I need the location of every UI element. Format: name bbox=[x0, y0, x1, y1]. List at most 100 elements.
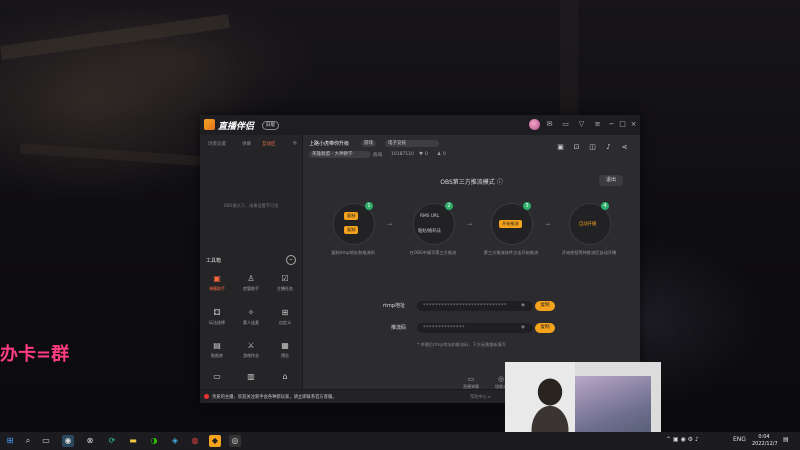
room-label: 房间 bbox=[373, 153, 382, 158]
step-2: 2 RMS URL 粘贴/推码法 bbox=[413, 202, 455, 245]
mail-icon[interactable]: ✉ bbox=[545, 120, 554, 129]
screen-icon: ▭ bbox=[467, 375, 475, 383]
title-bar: 直播伴侣 旧版 ✉ ▭ ▽ ≡ − □ × bbox=[200, 115, 640, 135]
toolbox-collapse-icon[interactable]: − bbox=[286, 255, 296, 265]
live-companion-window: 直播伴侣 旧版 ✉ ▭ ▽ ≡ − □ × 场景设置 弹幕 互动区 + OBS模… bbox=[200, 115, 640, 403]
chat-icon: ▣ bbox=[213, 274, 221, 283]
windows-start-icon[interactable]: ⊞ bbox=[4, 435, 16, 447]
tshirt-icon[interactable]: ◫ bbox=[588, 143, 597, 152]
help-center-link[interactable]: 帮助中心 ▸ bbox=[470, 394, 491, 400]
image-icon: ▤ bbox=[213, 341, 221, 350]
step-3: 3 开始推流 bbox=[491, 202, 533, 245]
user-avatar[interactable] bbox=[529, 119, 540, 130]
tool-streamer-task[interactable]: ☑ 主播任务 bbox=[270, 273, 300, 301]
tab-scene-settings[interactable]: 场景设置 bbox=[208, 141, 226, 147]
tool-row-partial-3[interactable]: ⌂ bbox=[270, 371, 300, 387]
obs-icon[interactable]: ◎ bbox=[229, 435, 241, 447]
swords-icon: ⚔ bbox=[247, 341, 255, 350]
notification-icon[interactable]: ▤ bbox=[783, 436, 789, 443]
notice-icon bbox=[204, 394, 209, 399]
obs-mode-title: OBS第三方推流模式 ⓘ bbox=[440, 179, 503, 186]
version-badge[interactable]: 旧版 bbox=[262, 121, 279, 130]
task-view-icon[interactable]: ▭ bbox=[40, 435, 52, 447]
tool-gameplay[interactable]: ⚃ 玩法选择 bbox=[202, 307, 232, 335]
lock-icon[interactable]: ⊡ bbox=[572, 143, 581, 152]
user-icon: ♙ bbox=[247, 274, 255, 283]
clock[interactable]: 0:04 2022/12/7 bbox=[752, 434, 778, 448]
filter-icon[interactable]: ▽ bbox=[577, 120, 586, 129]
stream-key-field[interactable]: ************** ◉ bbox=[417, 323, 533, 333]
fans-icon: ♥ bbox=[419, 152, 424, 157]
minimize-icon[interactable]: − bbox=[607, 120, 616, 129]
rtmp-label: rtmp地址 bbox=[383, 303, 406, 309]
clipboard-icon: ☑ bbox=[281, 274, 289, 283]
sidebar-empty-text: OBS模式下，场景设置不可用 bbox=[223, 203, 279, 208]
step-1: 1 复制 复制 bbox=[333, 202, 375, 245]
step-4: 4 自动开播 bbox=[569, 202, 611, 245]
tool-row-partial-2[interactable]: ▥ bbox=[236, 371, 266, 387]
main-panel: 上路小虎带你升级 游戏 电子竞技 英雄联盟 - 大神教学 房间 10187110… bbox=[303, 135, 640, 389]
app-icon[interactable]: ⟳ bbox=[106, 435, 118, 447]
tool-row-partial-1[interactable]: ▭ bbox=[202, 371, 232, 387]
tool-room-admin[interactable]: ♙ 房管助手 bbox=[236, 273, 266, 301]
copy-key-button[interactable]: 复制 bbox=[535, 323, 555, 333]
start-stream-button[interactable]: 开始推流 bbox=[499, 220, 522, 228]
game-tag[interactable]: 英雄联盟 - 大神教学 bbox=[309, 151, 371, 158]
arrow-icon: → bbox=[467, 221, 473, 228]
tool-game-task[interactable]: ⚔ 游戏作业 bbox=[236, 340, 266, 368]
message-icon[interactable]: ▭ bbox=[561, 120, 570, 129]
toolbox-title: 工具箱 bbox=[206, 258, 222, 264]
bell-icon[interactable]: ♪ bbox=[604, 143, 613, 152]
screen-record-icon[interactable]: ▣ bbox=[556, 143, 565, 152]
category-tag[interactable]: 游戏 bbox=[361, 140, 376, 147]
room-title[interactable]: 上路小虎带你升级 bbox=[309, 140, 349, 147]
add-tab-icon[interactable]: + bbox=[292, 139, 298, 147]
online-icon: ♟ bbox=[437, 152, 442, 157]
steam-icon[interactable]: ◉ bbox=[62, 435, 74, 447]
tool-mic-link[interactable]: ✧ 素人连麦 bbox=[236, 307, 266, 335]
wechat-icon[interactable]: ◑ bbox=[148, 435, 160, 447]
tool-preview[interactable]: ▦ 预告 bbox=[270, 340, 300, 368]
share-icon[interactable]: ⋖ bbox=[620, 143, 629, 152]
game-platform-icon[interactable]: ◈ bbox=[169, 435, 181, 447]
step-1-caption: 复制rtmp地址和推流码 bbox=[331, 250, 375, 255]
search-icon[interactable]: ⌕ bbox=[22, 435, 34, 447]
rtmp-field[interactable]: **************************** ◉ bbox=[417, 301, 533, 311]
tool-sticker[interactable]: ▤ 贴纸库 bbox=[202, 340, 232, 368]
eye-icon[interactable]: ◉ bbox=[521, 303, 525, 308]
help-icon[interactable]: ⓘ bbox=[497, 179, 503, 186]
sub-category-tag[interactable]: 电子竞技 bbox=[385, 140, 439, 147]
sidebar: 场景设置 弹幕 互动区 + OBS模式下，场景设置不可用 工具箱 − ▣ 弹幕助… bbox=[200, 135, 303, 389]
maximize-icon[interactable]: □ bbox=[618, 120, 627, 129]
tab-danmaku[interactable]: 弹幕 bbox=[242, 141, 251, 147]
folder-icon[interactable]: ▬ bbox=[127, 435, 139, 447]
xbox-icon[interactable]: ⊗ bbox=[84, 435, 96, 447]
exit-obs-button[interactable]: 退出 bbox=[599, 175, 623, 186]
tray-icons[interactable]: ⌃ ▣ ◉ ⚙ ♪ bbox=[666, 436, 699, 443]
bottom-tool-danmaku[interactable]: ▭ 直播弹幕 bbox=[460, 375, 482, 390]
chrome-icon[interactable]: ◍ bbox=[189, 435, 201, 447]
live-companion-taskbar-icon[interactable]: ◆ bbox=[209, 435, 221, 447]
gift-icon: ▥ bbox=[247, 372, 255, 381]
game-icon: ⚃ bbox=[213, 308, 221, 317]
notice-text[interactable]: 亲爱的主播，欢迎关注新手会各种新玩家，请立即联系官方客服。 bbox=[212, 394, 337, 400]
copy-rtmp-button[interactable]: 复制 bbox=[535, 301, 555, 311]
tool-custom[interactable]: ⊞ 自定义 bbox=[270, 307, 300, 335]
step-copy-key-button[interactable]: 复制 bbox=[344, 226, 359, 234]
tool-danmaku-helper[interactable]: ▣ 弹幕助手 bbox=[202, 273, 232, 301]
tab-interaction[interactable]: 互动区 bbox=[262, 141, 276, 147]
app-logo-icon bbox=[204, 119, 215, 130]
close-icon[interactable]: × bbox=[629, 120, 638, 129]
overlay-text: 办卡=群 bbox=[0, 344, 70, 365]
online-count: 0 bbox=[443, 152, 446, 157]
screen-small-icon: ▭ bbox=[213, 372, 221, 381]
step-copy-address-button[interactable]: 复制 bbox=[344, 212, 359, 220]
step-3-caption: 第三方推流软件点击开始推流 bbox=[483, 250, 539, 255]
language-indicator[interactable]: ENG bbox=[733, 436, 746, 443]
eye-icon[interactable]: ◉ bbox=[521, 325, 525, 330]
stream-key-label: 推流码 bbox=[391, 325, 407, 331]
menu-icon[interactable]: ≡ bbox=[593, 120, 602, 129]
fans-count: 0 bbox=[425, 152, 428, 157]
mic-icon: ✧ bbox=[247, 308, 255, 317]
hint-text: * 关播后rtmp地址和推流码，下次无需重新填写 bbox=[417, 342, 506, 347]
